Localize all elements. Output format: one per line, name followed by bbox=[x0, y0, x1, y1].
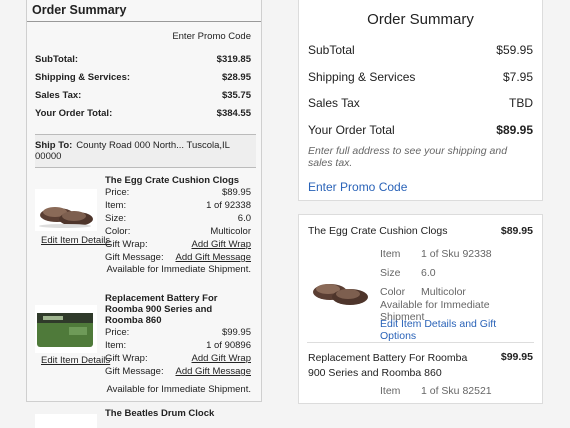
right-item-title[interactable]: Replacement Battery For Roomba 900 Serie… bbox=[308, 351, 468, 381]
left-item-title[interactable]: The Egg Crate Cushion Clogs bbox=[105, 175, 251, 186]
right-item-price: $99.95 bbox=[500, 351, 533, 363]
edit-item-details-link[interactable]: Edit Item Details bbox=[41, 355, 110, 366]
clogs-image bbox=[39, 207, 93, 228]
shipping-note: Enter full address to see your shipping … bbox=[308, 145, 508, 169]
left-item-title[interactable]: Replacement Battery For Roomba 900 Serie… bbox=[105, 293, 251, 326]
add-gift-wrap-link[interactable]: Add Gift Wrap bbox=[192, 239, 252, 250]
add-gift-wrap-link[interactable]: Add Gift Wrap bbox=[192, 353, 252, 364]
right-total-row: Your Order Total $89.95 bbox=[308, 122, 533, 137]
clogs-image bbox=[313, 284, 368, 305]
right-item-price: $89.95 bbox=[500, 225, 533, 237]
add-gift-message-link[interactable]: Add Gift Message bbox=[175, 366, 251, 377]
battery-thumbnail[interactable] bbox=[308, 393, 370, 403]
right-title: Order Summary bbox=[367, 11, 474, 28]
ship-to: Ship To: County Road 000 North... Tuscola… bbox=[35, 134, 256, 168]
clogs-thumbnail[interactable] bbox=[35, 189, 97, 231]
left-total-row: Your Order Total: $384.55 bbox=[35, 107, 251, 119]
left-shipping-row: Shipping & Services: $28.95 bbox=[35, 71, 251, 83]
left-subtotal-row: SubTotal: $319.85 bbox=[35, 53, 251, 65]
edit-item-details-gift-link[interactable]: Edit Item Details and Gift Options bbox=[380, 318, 534, 342]
clogs-thumbnail[interactable] bbox=[308, 264, 372, 312]
left-item-clogs: The Egg Crate Cushion Clogs Price: $89.95… bbox=[27, 175, 261, 293]
left-title: Order Summary bbox=[27, 0, 261, 22]
right-item-clogs-head: The Egg Crate Cushion Clogs $89.95 bbox=[299, 225, 542, 237]
right-item-title[interactable]: The Egg Crate Cushion Clogs bbox=[308, 225, 448, 237]
right-order-summary: Order Summary SubTotal $59.95 Shipping & … bbox=[298, 0, 543, 201]
right-item-battery-head: Replacement Battery For Roomba 900 Serie… bbox=[299, 351, 542, 381]
battery-image bbox=[37, 313, 93, 347]
right-shipping-row: Shipping & Services $7.95 bbox=[308, 69, 533, 84]
clock-thumbnail[interactable] bbox=[35, 414, 97, 428]
right-subtotal-row: SubTotal $59.95 bbox=[308, 43, 533, 58]
edit-item-details-link[interactable]: Edit Item Details bbox=[41, 235, 110, 246]
battery-thumbnail[interactable] bbox=[35, 305, 97, 353]
right-promo-link[interactable]: Enter Promo Code bbox=[299, 169, 542, 205]
add-gift-message-link[interactable]: Add Gift Message bbox=[175, 252, 251, 263]
left-promo-link[interactable]: Enter Promo Code bbox=[172, 31, 251, 42]
availability-text: Available for Immediate Shipment. bbox=[106, 264, 251, 275]
left-item-title[interactable]: The Beatles Drum Clock bbox=[105, 408, 214, 419]
left-item-battery: Replacement Battery For Roomba 900 Serie… bbox=[27, 293, 261, 408]
right-items-list: The Egg Crate Cushion Clogs $89.95 Item 1… bbox=[298, 214, 543, 404]
right-tax-row: Sales Tax TBD bbox=[308, 96, 533, 111]
left-order-summary: Order Summary Enter Promo Code SubTotal:… bbox=[26, 0, 262, 428]
left-tax-row: Sales Tax: $35.75 bbox=[35, 89, 251, 101]
availability-text: Available for Immediate Shipment. bbox=[106, 384, 251, 395]
